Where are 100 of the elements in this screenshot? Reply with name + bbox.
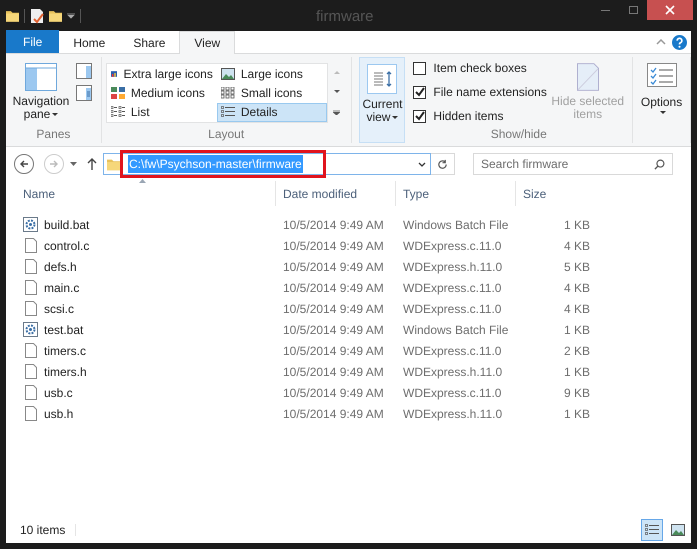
file-icon <box>24 385 36 400</box>
small-grid-icon <box>220 86 235 99</box>
group-label: Layout <box>207 126 246 143</box>
table-cell-text: 4 KB <box>562 280 590 296</box>
file-name[interactable]: scsi.c <box>44 300 74 318</box>
back-arrow-icon <box>19 159 29 169</box>
recent-locations-icon[interactable] <box>70 162 77 166</box>
details-icon <box>220 106 235 118</box>
gear-file-icon <box>23 217 38 232</box>
layout-option[interactable]: Details <box>216 102 327 122</box>
refresh-button[interactable] <box>431 153 455 175</box>
layout-option[interactable]: Small icons <box>216 83 327 103</box>
table-cell-text: WDExpress.h.11.0 <box>402 258 504 276</box>
four-pictures-icon <box>110 86 125 99</box>
layout-option[interactable]: Extra large icons <box>106 64 217 84</box>
table-cell-text: WDExpress.h.11.0 <box>402 364 504 380</box>
ribbon-tab[interactable]: Share <box>119 31 180 54</box>
file-tab[interactable]: File <box>6 30 60 53</box>
scroll-down-icon[interactable] <box>334 90 340 94</box>
page-icon <box>576 63 599 91</box>
column-header[interactable]: Size <box>516 181 596 206</box>
landscape-icon <box>220 68 235 80</box>
checkbox[interactable] <box>413 86 426 98</box>
navigation-pane-button[interactable]: Navigation pane <box>12 63 70 125</box>
file-icon <box>24 364 36 379</box>
view-toggle[interactable] <box>641 519 663 541</box>
ribbon-tab[interactable]: Home <box>59 31 120 54</box>
group-label: Panes <box>35 126 72 143</box>
item-count: 10 items <box>20 522 66 539</box>
table-cell-text: 10/5/2014 9:49 AM <box>282 322 385 338</box>
column-header[interactable]: Name <box>16 181 276 206</box>
collapse-ribbon-icon[interactable] <box>656 39 666 45</box>
file-name[interactable]: build.bat <box>44 216 90 234</box>
table-cell-text: WDExpress.c.11.0 <box>402 238 502 254</box>
checkbox-label: Hidden items <box>433 108 504 125</box>
table-cell-text: 5 KB <box>562 258 590 276</box>
caret-icon <box>52 113 58 116</box>
dropdown-icon[interactable] <box>67 12 75 18</box>
file-name[interactable]: main.c <box>44 278 80 296</box>
group-label: Show/hide <box>490 126 548 143</box>
table-cell-text: 10/5/2014 9:49 AM <box>282 364 385 380</box>
table-cell-text: 10/5/2014 9:49 AM <box>282 342 385 360</box>
file-name[interactable]: control.c <box>44 236 90 254</box>
table-cell-text: 10/5/2014 9:49 AM <box>282 280 385 296</box>
checkbox-label: Item check boxes <box>433 60 527 77</box>
table-cell-text: 1 KB <box>562 216 590 234</box>
current-view-button[interactable]: Current view <box>359 57 406 143</box>
table-cell-text: Windows Batch File <box>402 322 510 338</box>
file-name[interactable]: usb.h <box>44 404 74 422</box>
checkbox[interactable] <box>413 62 426 74</box>
layout-option[interactable]: Medium icons <box>106 83 217 103</box>
table-cell-text: 10/5/2014 9:49 AM <box>282 238 385 254</box>
folder-icon <box>107 156 120 172</box>
forward-arrow-icon <box>49 159 59 169</box>
table-cell-text: 1 KB <box>562 322 590 338</box>
caret-icon <box>660 111 666 114</box>
checkbox[interactable] <box>413 110 426 122</box>
file-name[interactable]: test.bat <box>44 320 84 338</box>
search-icon <box>654 158 665 170</box>
properties-icon[interactable] <box>30 8 44 24</box>
refresh-icon <box>437 158 448 170</box>
list-icon <box>110 106 125 118</box>
column-header[interactable]: Type <box>396 181 516 206</box>
file-name[interactable]: timers.c <box>44 342 86 360</box>
search-field[interactable]: Search firmware <box>473 153 673 175</box>
expand-gallery-icon[interactable] <box>333 110 340 115</box>
options-button[interactable]: Options <box>633 57 692 143</box>
table-cell-text: 4 KB <box>562 300 590 318</box>
checkbox-label: File name extensions <box>433 84 547 101</box>
ribbon-tab[interactable]: View <box>179 31 236 54</box>
preview-pane-icon[interactable] <box>76 63 92 79</box>
layout-option[interactable]: Large icons <box>216 64 327 84</box>
layout-option[interactable]: List <box>106 102 217 122</box>
table-cell-text: 10/5/2014 9:49 AM <box>282 406 385 422</box>
table-cell-text: WDExpress.c.11.0 <box>402 300 502 318</box>
up-arrow-icon[interactable] <box>87 158 97 170</box>
table-cell-text: 2 KB <box>562 342 590 360</box>
table-cell-text: 1 KB <box>562 406 590 422</box>
close-icon <box>665 5 675 15</box>
back-button[interactable] <box>14 154 34 174</box>
file-icon <box>24 406 36 421</box>
table-cell-text: WDExpress.c.11.0 <box>402 280 502 296</box>
table-cell-text: 1 KB <box>562 364 590 380</box>
sort-columns-icon <box>367 64 398 94</box>
file-icon <box>24 343 36 358</box>
window-title: firmware <box>316 7 374 27</box>
column-header[interactable]: Date modified <box>276 181 396 206</box>
file-name[interactable]: timers.h <box>44 362 87 380</box>
address-path: C:\fw\Psychson-master\firmware <box>128 155 303 173</box>
table-cell-text: WDExpress.c.11.0 <box>402 342 502 360</box>
landscape-icon <box>671 524 685 536</box>
table-cell-text: 9 KB <box>562 384 590 402</box>
close-button[interactable] <box>647 0 693 20</box>
gear-file-icon <box>23 322 38 337</box>
file-icon <box>24 301 36 316</box>
dropdown-icon[interactable] <box>418 162 426 166</box>
help-icon[interactable] <box>672 34 687 50</box>
file-name[interactable]: usb.c <box>44 384 73 402</box>
details-pane-icon[interactable] <box>76 85 92 101</box>
file-name[interactable]: defs.h <box>44 258 77 276</box>
